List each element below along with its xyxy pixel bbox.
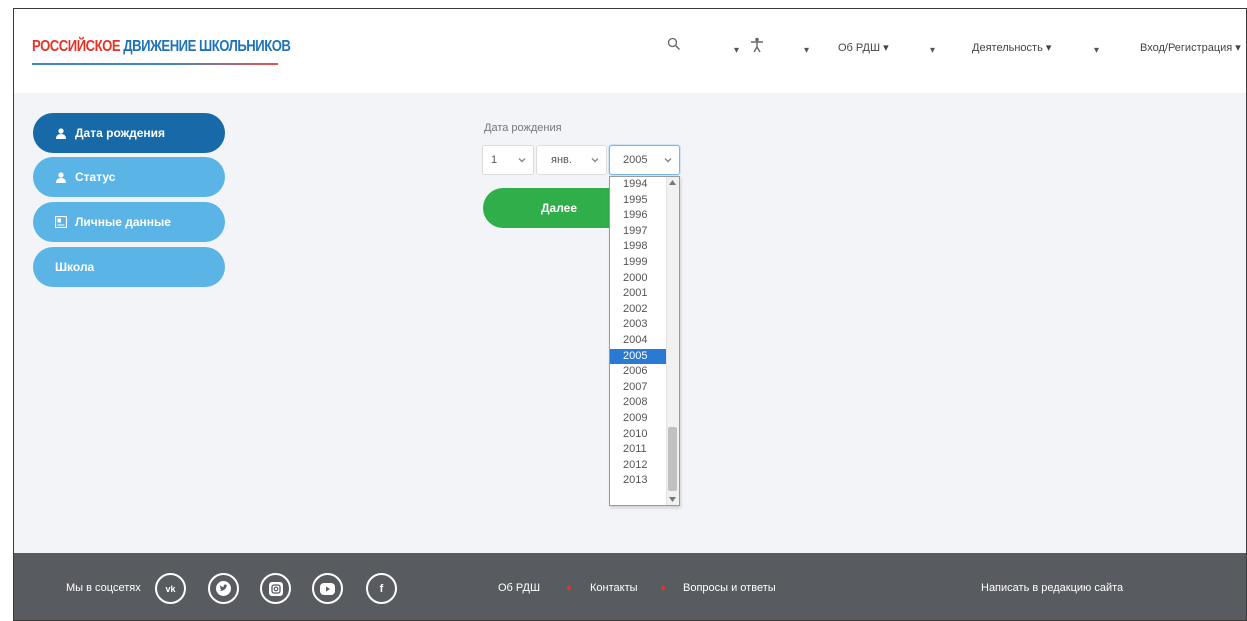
year-dropdown-list[interactable]: 1994 1995 1996 1997 1998 1999 2000 2001 2002 2003… [609, 176, 680, 506]
site-logo[interactable]: РОССИЙСКОЕ ДВИЖЕНИЕ ШКОЛЬНИКОВ [32, 38, 291, 56]
nav-dropdown-arrow: ▾ [1094, 45, 1100, 56]
sidebar-item-label: Личные данные [75, 215, 171, 229]
dropdown-scrollbar[interactable] [666, 177, 679, 505]
footer-link-about[interactable]: Об РДШ [498, 582, 540, 594]
nav-dropdown-arrow: ▾ [930, 45, 936, 56]
sidebar-item-label: Статус [75, 170, 116, 184]
month-select[interactable]: янв. [536, 145, 607, 175]
nav-dropdown-arrow: ▾ [804, 45, 810, 56]
chevron-down-icon [591, 158, 599, 163]
logo-word-2: ДВИЖЕНИЕ [123, 38, 196, 55]
nav-about[interactable]: Об РДШ ▾ [838, 41, 889, 54]
day-select[interactable]: 1 [482, 145, 534, 175]
instagram-icon[interactable] [260, 573, 291, 604]
site-header: РОССИЙСКОЕ ДВИЖЕНИЕ ШКОЛЬНИКОВ ▾ ▾ Об РД… [14, 9, 1246, 93]
footer-separator [567, 586, 571, 590]
sidebar-item-label: Школа [55, 260, 95, 274]
sidebar-item-label: Дата рождения [75, 126, 166, 140]
sidebar-item-birthdate[interactable]: Дата рождения [33, 113, 225, 153]
sidebar-item-personal-data[interactable]: Личные данные [33, 202, 225, 242]
logo-word-1: РОССИЙСКОЕ [32, 38, 121, 55]
id-card-icon [55, 216, 67, 228]
scroll-down-icon[interactable] [669, 497, 676, 502]
youtube-icon[interactable] [312, 573, 343, 604]
nav-dropdown-arrow: ▾ [734, 45, 740, 56]
nav-activity[interactable]: Деятельность ▾ [972, 41, 1051, 54]
twitter-icon[interactable] [208, 573, 239, 604]
footer-link-contacts[interactable]: Контакты [590, 582, 638, 594]
logo-underline [32, 63, 278, 65]
user-icon [55, 127, 67, 139]
logo-word-3: ШКОЛЬНИКОВ [199, 38, 291, 55]
year-value: 2005 [623, 154, 648, 166]
month-value: янв. [551, 154, 572, 166]
facebook-icon[interactable]: f [366, 573, 397, 604]
vk-text: vk [165, 583, 176, 594]
sidebar-item-status[interactable]: Статус [33, 157, 225, 197]
footer-link-write-editors[interactable]: Написать в редакцию сайта [981, 582, 1123, 594]
social-label: Мы в соцсетях [66, 582, 141, 594]
chevron-down-icon [664, 158, 672, 163]
search-icon[interactable] [667, 37, 685, 55]
site-footer: Мы в соцсетях vk f Об РДШ Контакты Вопро… [14, 553, 1246, 620]
page-frame: РОССИЙСКОЕ ДВИЖЕНИЕ ШКОЛЬНИКОВ ▾ ▾ Об РД… [13, 8, 1247, 621]
facebook-text: f [379, 582, 384, 595]
nav-login[interactable]: Вход/Регистрация ▾ [1140, 41, 1241, 54]
birthdate-label: Дата рождения [484, 122, 562, 134]
accessibility-icon[interactable] [750, 37, 768, 55]
day-value: 1 [491, 154, 498, 166]
year-select[interactable]: 2005 [609, 145, 680, 175]
vk-icon[interactable]: vk [155, 573, 186, 604]
scrollbar-thumb[interactable] [668, 427, 677, 491]
footer-link-faq[interactable]: Вопросы и ответы [683, 582, 776, 594]
scroll-up-icon[interactable] [669, 180, 676, 185]
chevron-down-icon [518, 158, 526, 163]
user-icon [55, 171, 67, 183]
footer-separator [661, 586, 665, 590]
sidebar-item-school[interactable]: Школа [33, 247, 225, 287]
